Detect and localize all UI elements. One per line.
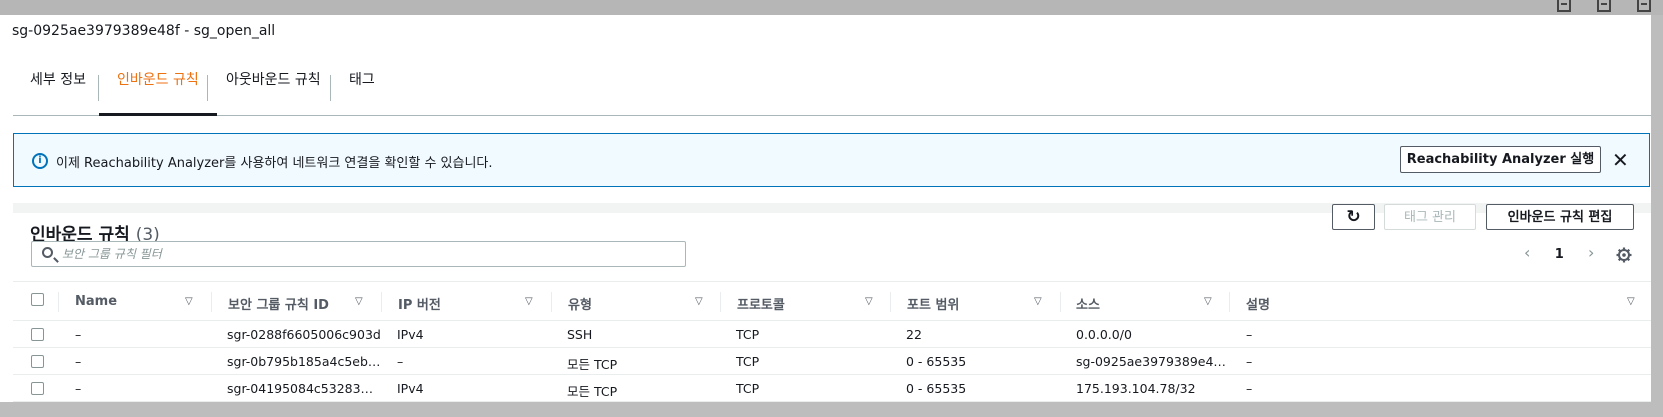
- table-row[interactable]: – sgr-0b795b185a4c5eb… – 모든 TCP TCP 0 - …: [13, 348, 1651, 375]
- column-separator: [381, 292, 382, 312]
- column-header-name[interactable]: Name: [75, 294, 117, 309]
- page-title: sg-0925ae3979389e48f - sg_open_all: [12, 23, 276, 39]
- column-header-ip-version[interactable]: IP 버전: [398, 294, 441, 313]
- cell-type: 모든 TCP: [567, 357, 618, 372]
- column-separator: [211, 292, 212, 312]
- cell-description: –: [1246, 354, 1253, 369]
- edit-inbound-rules-button[interactable]: 인바운드 규칙 편집: [1486, 204, 1634, 230]
- top-strip: [0, 0, 1663, 15]
- refresh-button[interactable]: ↻: [1332, 204, 1375, 230]
- cell-rule-id: sgr-04195084c53283…: [227, 381, 374, 396]
- sort-icon[interactable]: ▽: [1627, 296, 1635, 307]
- table-row[interactable]: – sgr-04195084c53283… IPv4 모든 TCP TCP 0 …: [13, 375, 1651, 402]
- window-icon[interactable]: [1597, 0, 1611, 12]
- sort-icon[interactable]: ▽: [865, 296, 873, 307]
- column-header-port-range[interactable]: 포트 범위: [907, 294, 959, 313]
- refresh-icon: ↻: [1346, 207, 1361, 227]
- row-checkbox[interactable]: [31, 328, 44, 341]
- cell-source: 0.0.0.0/0: [1076, 327, 1132, 342]
- cell-name: –: [75, 354, 82, 369]
- cell-name: –: [75, 327, 82, 342]
- info-icon: i: [32, 153, 48, 169]
- reachability-analyzer-button[interactable]: Reachability Analyzer 실행: [1400, 146, 1601, 173]
- sort-icon[interactable]: ▽: [525, 296, 533, 307]
- sort-icon[interactable]: ▽: [695, 296, 703, 307]
- cell-ip-version: –: [397, 354, 404, 369]
- cell-rule-id: sgr-0b795b185a4c5eb…: [227, 354, 381, 369]
- column-header-source[interactable]: 소스: [1076, 294, 1100, 313]
- tab-separator: [98, 75, 99, 101]
- column-header-description[interactable]: 설명: [1246, 294, 1270, 313]
- window-icon[interactable]: [1557, 0, 1571, 12]
- inbound-rules-table: Name ▽ 보안 그룹 규칙 ID ▽ IP 버전 ▽ 유형 ▽ 프로토콜 ▽…: [13, 281, 1651, 402]
- security-group-panel: sg-0925ae3979389e48f - sg_open_all 세부 정보…: [0, 15, 1651, 402]
- cell-port-range: 0 - 65535: [906, 381, 967, 396]
- pagination: ‹ 1 ›: [1524, 243, 1594, 262]
- cell-protocol: TCP: [736, 381, 760, 396]
- row-checkbox[interactable]: [31, 382, 44, 395]
- close-icon[interactable]: ✕: [1612, 148, 1629, 172]
- cell-description: –: [1246, 381, 1253, 396]
- cell-type: SSH: [567, 327, 593, 342]
- tab-separator: [207, 75, 208, 101]
- cell-source: sg-0925ae3979389e4…: [1076, 354, 1226, 369]
- alert-text: 이제 Reachability Analyzer를 사용하여 네트워크 연결을 …: [56, 156, 493, 171]
- tab-inbound-rules[interactable]: 인바운드 규칙: [99, 57, 217, 116]
- tab-bar: 세부 정보 인바운드 규칙 아웃바운드 규칙 태그: [13, 57, 1651, 116]
- column-separator: [1060, 292, 1061, 312]
- column-separator: [1229, 292, 1230, 312]
- cell-type: 모든 TCP: [567, 384, 618, 399]
- cell-protocol: TCP: [736, 354, 760, 369]
- window-icon[interactable]: [1637, 0, 1651, 12]
- cell-port-range: 22: [906, 327, 922, 342]
- window-controls: [1557, 0, 1651, 12]
- reachability-info-alert: i 이제 Reachability Analyzer를 사용하여 네트워크 연결…: [13, 133, 1650, 187]
- cell-description: –: [1246, 327, 1253, 342]
- cell-ip-version: IPv4: [397, 327, 424, 342]
- table-row[interactable]: – sgr-0288f6605006c903d IPv4 SSH TCP 22 …: [13, 321, 1651, 348]
- chevron-left-icon[interactable]: ‹: [1524, 243, 1530, 262]
- tab-outbound-rules[interactable]: 아웃바운드 규칙: [226, 57, 321, 115]
- current-page[interactable]: 1: [1555, 247, 1564, 262]
- cell-port-range: 0 - 65535: [906, 354, 967, 369]
- cell-name: –: [75, 381, 82, 396]
- tab-separator: [330, 75, 331, 101]
- table-header: Name ▽ 보안 그룹 규칙 ID ▽ IP 버전 ▽ 유형 ▽ 프로토콜 ▽…: [13, 281, 1651, 321]
- column-separator: [720, 292, 721, 312]
- column-header-type[interactable]: 유형: [568, 294, 592, 313]
- column-separator: [890, 292, 891, 312]
- manage-tags-button[interactable]: 태그 관리: [1384, 204, 1476, 230]
- sort-icon[interactable]: ▽: [185, 296, 193, 307]
- cell-ip-version: IPv4: [397, 381, 424, 396]
- column-separator: [58, 292, 59, 312]
- cell-source: 175.193.104.78/32: [1076, 381, 1196, 396]
- search-filter[interactable]: [31, 241, 686, 267]
- sort-icon[interactable]: ▽: [1034, 296, 1042, 307]
- select-all-checkbox[interactable]: [31, 293, 44, 306]
- column-header-rule-id[interactable]: 보안 그룹 규칙 ID: [228, 294, 329, 313]
- column-separator: [551, 292, 552, 312]
- sort-icon[interactable]: ▽: [355, 296, 363, 307]
- row-checkbox[interactable]: [31, 355, 44, 368]
- tab-tags[interactable]: 태그: [349, 57, 375, 115]
- sort-icon[interactable]: ▽: [1204, 296, 1212, 307]
- column-header-protocol[interactable]: 프로토콜: [737, 294, 785, 313]
- tab-details[interactable]: 세부 정보: [30, 57, 86, 115]
- gear-icon[interactable]: [1616, 247, 1632, 263]
- search-input[interactable]: [62, 244, 672, 264]
- chevron-right-icon[interactable]: ›: [1588, 243, 1594, 262]
- cell-protocol: TCP: [736, 327, 760, 342]
- search-icon: [42, 247, 53, 258]
- cell-rule-id: sgr-0288f6605006c903d: [227, 327, 381, 342]
